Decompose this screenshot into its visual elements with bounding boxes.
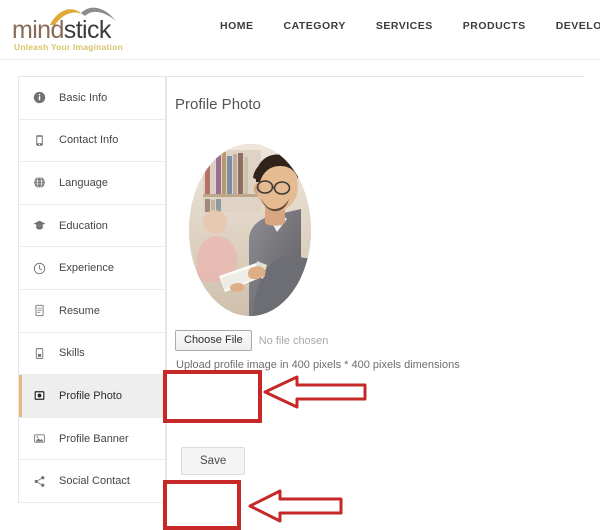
sidebar-item-profile-banner[interactable]: Profile Banner bbox=[19, 417, 165, 461]
image-icon bbox=[30, 430, 48, 448]
avatar bbox=[189, 144, 311, 316]
photo-icon bbox=[30, 387, 48, 405]
sidebar-item-profile-photo[interactable]: Profile Photo bbox=[19, 375, 165, 418]
share-icon bbox=[30, 472, 48, 490]
sidebar-label: Basic Info bbox=[59, 91, 108, 104]
nav-item-developer-section[interactable]: DEVELOPER SECTION bbox=[556, 20, 600, 32]
logo-word-mind: mind bbox=[12, 16, 64, 44]
avatar-photo bbox=[189, 144, 311, 316]
profile-sidebar: Basic Info Contact Info Language Educati… bbox=[18, 76, 166, 503]
sidebar-label: Contact Info bbox=[59, 134, 119, 147]
upload-hint-text: Upload profile image in 400 pixels * 400… bbox=[176, 359, 460, 371]
logo-word-stick: stick bbox=[63, 16, 112, 44]
sidebar-item-resume[interactable]: Resume bbox=[19, 289, 165, 333]
sidebar-label: Education bbox=[59, 219, 108, 232]
sidebar-item-education[interactable]: Education bbox=[19, 204, 165, 248]
sidebar-label: Language bbox=[59, 176, 108, 189]
globe-icon bbox=[30, 174, 48, 192]
sidebar-item-experience[interactable]: Experience bbox=[19, 247, 165, 290]
phone-icon bbox=[30, 131, 48, 149]
skills-icon bbox=[30, 344, 48, 362]
sidebar-item-contact-info[interactable]: Contact Info bbox=[19, 119, 165, 163]
sidebar-label: Resume bbox=[59, 304, 100, 317]
file-upload-row: Choose File No file chosen bbox=[175, 330, 329, 352]
document-icon bbox=[30, 302, 48, 320]
site-logo[interactable]: mindstick Unleash Your Imagination bbox=[8, 4, 128, 52]
sidebar-label: Skills bbox=[59, 347, 85, 360]
sidebar-label: Experience bbox=[59, 262, 115, 275]
logo-wordmark: mindstick bbox=[12, 18, 111, 43]
logo-tagline: Unleash Your Imagination bbox=[14, 42, 123, 52]
page-body: Basic Info Contact Info Language Educati… bbox=[0, 59, 600, 530]
choose-file-button[interactable]: Choose File bbox=[175, 330, 252, 352]
sidebar-item-social-contact[interactable]: Social Contact bbox=[19, 460, 165, 503]
site-header: mindstick Unleash Your Imagination HOME … bbox=[0, 0, 600, 59]
sidebar-item-skills[interactable]: Skills bbox=[19, 332, 165, 376]
nav-item-services[interactable]: SERVICES bbox=[376, 20, 433, 32]
sidebar-label: Profile Banner bbox=[59, 432, 129, 445]
nav-item-home[interactable]: HOME bbox=[220, 20, 254, 32]
sidebar-label: Social Contact bbox=[59, 475, 130, 488]
sidebar-label: Profile Photo bbox=[59, 389, 122, 402]
nav-item-category[interactable]: CATEGORY bbox=[284, 20, 346, 32]
save-button[interactable]: Save bbox=[181, 447, 246, 475]
page-title: Profile Photo bbox=[175, 96, 261, 113]
profile-photo-panel: Profile Photo Choose File No file chosen… bbox=[166, 76, 584, 501]
sidebar-item-language[interactable]: Language bbox=[19, 162, 165, 205]
info-circle-icon bbox=[30, 89, 48, 107]
no-file-chosen-text: No file chosen bbox=[258, 334, 329, 347]
clock-icon bbox=[30, 259, 48, 277]
sidebar-item-basic-info[interactable]: Basic Info bbox=[19, 77, 165, 120]
graduation-cap-icon bbox=[30, 217, 48, 235]
main-navigation: HOME CATEGORY SERVICES PRODUCTS DEVELOPE… bbox=[220, 20, 600, 32]
nav-item-products[interactable]: PRODUCTS bbox=[463, 20, 526, 32]
